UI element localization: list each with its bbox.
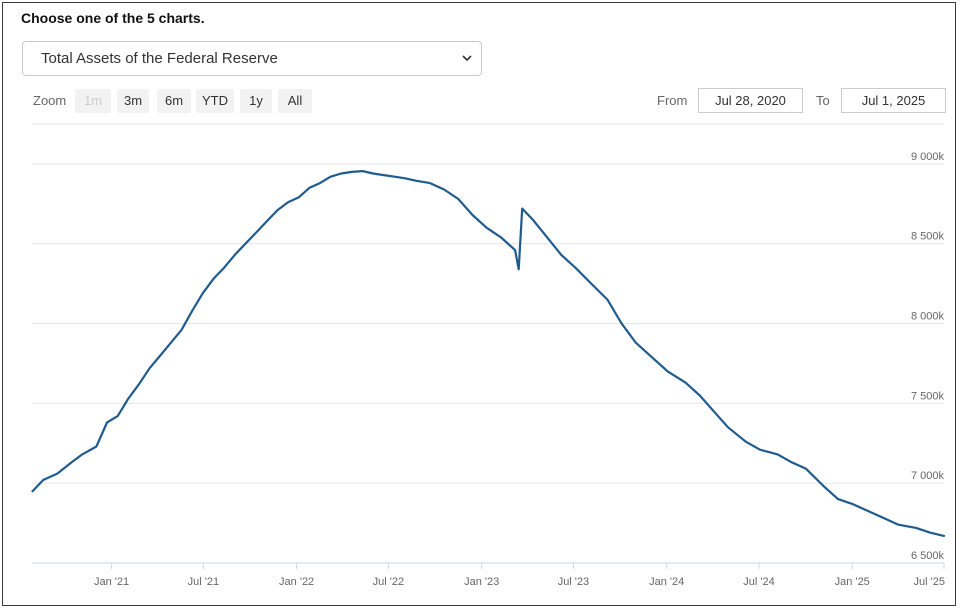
x-tick-label: Jan '24 <box>649 576 684 588</box>
y-tick-label: 7 000k <box>911 470 945 482</box>
x-tick-label: Jul '22 <box>373 576 404 588</box>
y-tick-label: 8 000k <box>911 311 945 323</box>
x-tick-label: Jul '21 <box>188 576 219 588</box>
x-tick-label: Jan '23 <box>464 576 499 588</box>
x-tick-label: Jan '21 <box>94 576 129 588</box>
x-tick-label: Jul '24 <box>743 576 774 588</box>
y-tick-label: 7 500k <box>911 390 945 402</box>
line-chart: 6 500k 7 000k 7 500k 8 000k 8 500k 9 000k Jan … <box>31 123 946 588</box>
y-tick-label: 9 000k <box>911 151 945 163</box>
series-line <box>31 170 946 538</box>
x-tick-label: Jan '22 <box>279 576 314 588</box>
x-tick-label: Jan '25 <box>835 576 870 588</box>
y-tick-label: 6 500k <box>911 550 945 562</box>
x-tick-label: Jul '23 <box>558 576 589 588</box>
y-tick-label: 8 500k <box>911 231 945 243</box>
x-tick-label: Jul '25 <box>914 576 945 588</box>
